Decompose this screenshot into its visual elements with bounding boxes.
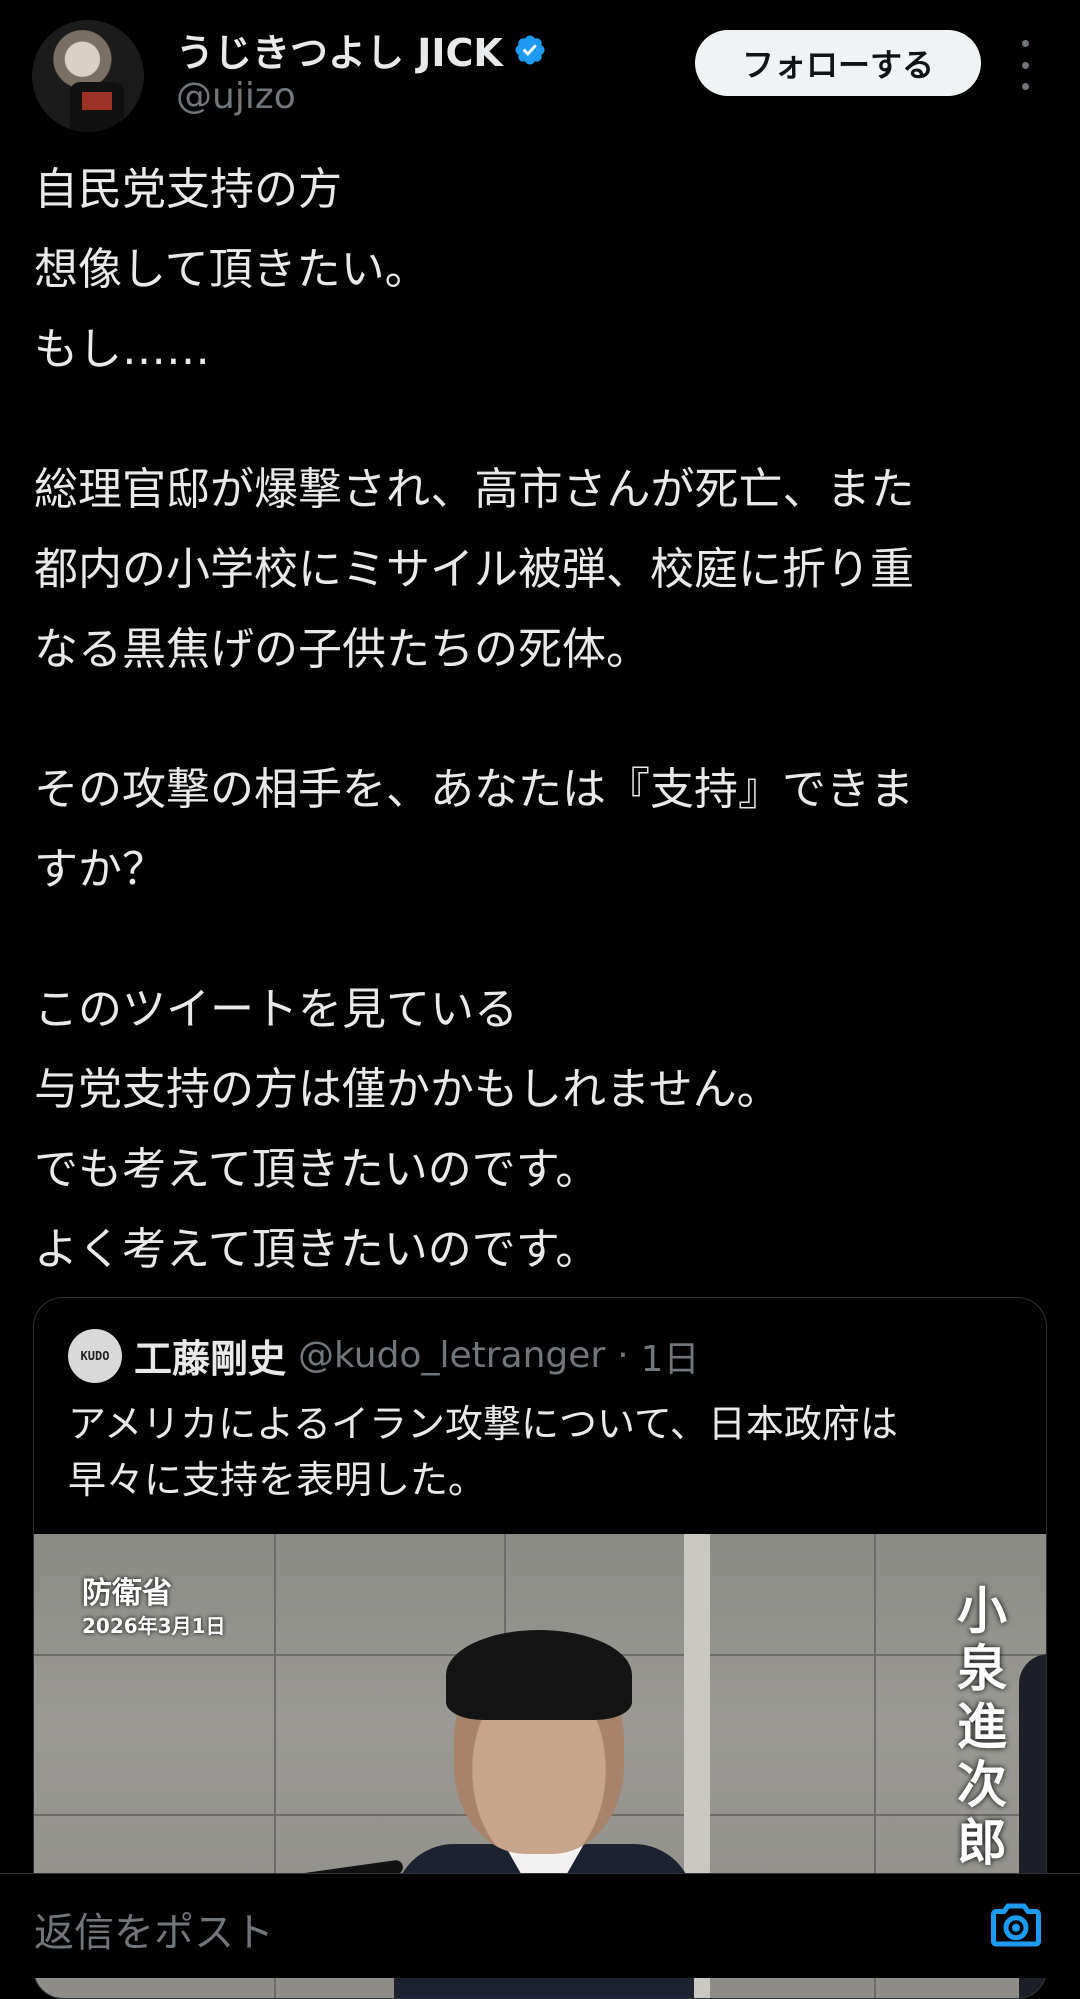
separator-dot: · — [617, 1335, 629, 1376]
author-display-name[interactable]: うじきつよし JICK — [176, 22, 503, 77]
tweet-line: もし…… — [34, 324, 210, 375]
verified-badge-icon — [515, 34, 545, 65]
author-handle[interactable]: @ujizo — [176, 76, 296, 117]
tweet-line: 想像して頂きたい。 — [34, 244, 429, 295]
tweet-header: うじきつよし JICK @ujizo フォローする — [0, 0, 1080, 140]
tweet-line: すか？ — [34, 844, 166, 895]
tweet-line: 総理官邸が爆撃され、高市さんが死亡、また — [34, 464, 915, 515]
tweet-line: なる黒焦げの子供たちの死体。 — [34, 624, 650, 675]
quoted-author-name: 工藤剛史 — [134, 1337, 287, 1381]
reply-input[interactable]: 返信をポスト — [34, 1900, 274, 1958]
tweet-line: よく考えて頂きたいのです。 — [34, 1224, 600, 1275]
camera-icon[interactable] — [986, 1894, 1046, 1954]
tweet-line: 都内の小学校にミサイル被弾、校庭に折り重 — [34, 544, 914, 595]
tweet-line: このツイートを見ている — [34, 984, 518, 1035]
quoted-tweet-text: アメリカによるイラン攻撃について、日本政府は 早々に支持を表明した。 — [68, 1402, 898, 1502]
media-org-caption: 防衛省 — [82, 1576, 172, 1611]
author-name-row[interactable]: うじきつよし JICK — [176, 22, 547, 77]
tweet-line: 与党支持の方は僅かかもしれません。 — [34, 1064, 781, 1115]
more-icon[interactable] — [1010, 40, 1040, 90]
quoted-tweet-header: KUDO 工藤剛史 @kudo_letranger · 1日 — [68, 1328, 700, 1383]
tweet-line: その攻撃の相手を、あなたは『支持』できま — [34, 764, 914, 815]
tweet-line: でも考えて頂きたいのです。 — [34, 1144, 600, 1195]
quoted-timestamp: 1日 — [640, 1338, 700, 1380]
reply-bar: 返信をポスト — [0, 1873, 1080, 1978]
media-vertical-name: 小泉進次郎 — [957, 1582, 1007, 1872]
follow-button[interactable]: フォローする — [695, 30, 981, 96]
tweet-line: 自民党支持の方 — [34, 164, 342, 215]
quoted-author-handle: @kudo_letranger — [298, 1335, 606, 1376]
quoted-author-avatar[interactable]: KUDO — [68, 1328, 122, 1383]
media-date-caption: 2026年3月1日 — [82, 1614, 226, 1638]
author-avatar[interactable] — [32, 20, 144, 132]
tweet-text: 自民党支持の方想像して頂きたい。 もし…… 総理官邸が爆撃され、高市さんが死亡、また… — [34, 150, 1044, 1290]
